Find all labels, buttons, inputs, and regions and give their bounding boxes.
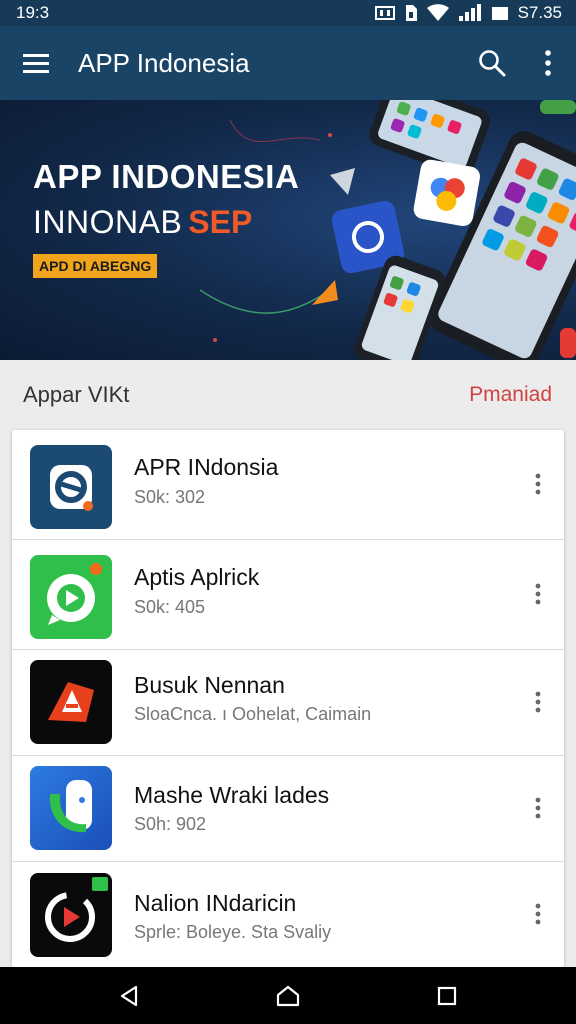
- promo-banner[interactable]: APP INDONESIA INNONAB SEP APD DI ABEGNG: [0, 100, 576, 360]
- system-nav-bar: [0, 967, 576, 1024]
- item-more-button[interactable]: [530, 466, 546, 502]
- wifi-icon: [426, 4, 449, 21]
- app-logo-icon: [49, 780, 92, 833]
- list-item[interactable]: APR INdonsia S0k: 302: [12, 430, 564, 540]
- app-logo-icon: [50, 465, 93, 511]
- list-item[interactable]: Nalion INdaricin Sprle: Boleye. Sta Sval…: [12, 862, 564, 967]
- item-more-button[interactable]: [530, 896, 546, 932]
- menu-icon: [23, 54, 49, 73]
- item-more-button[interactable]: [530, 576, 546, 612]
- battery-icon: [491, 7, 508, 20]
- app-name: Aptis Aplrick: [134, 564, 260, 590]
- banner-subtitle-main: INNONAB: [33, 204, 183, 240]
- item-more-button[interactable]: [530, 684, 546, 720]
- app-meta: Sprle: Boleye. Sta Svaliy: [134, 922, 332, 942]
- search-icon: [479, 50, 506, 77]
- app-meta: S0h: 902: [134, 814, 207, 834]
- overflow-menu-button[interactable]: [520, 26, 576, 100]
- more-vert-icon: [545, 50, 551, 76]
- app-icon-apr: [30, 445, 112, 529]
- app-bar: APP Indonesia: [0, 26, 576, 100]
- section-title: Appar VIKt: [23, 382, 130, 407]
- status-icons: S7.35: [374, 3, 562, 23]
- status-right-text: S7.35: [517, 3, 562, 22]
- more-vert-icon: [535, 797, 541, 819]
- app-name: APR INdonsia: [134, 454, 279, 480]
- menu-button[interactable]: [0, 26, 72, 100]
- more-vert-icon: [535, 691, 541, 713]
- app-list: APR INdonsia S0k: 302 Aptis Aplrick S0k:…: [12, 430, 564, 967]
- app-icon-mashe: [30, 766, 112, 850]
- list-item[interactable]: Mashe Wraki lades S0h: 902: [12, 756, 564, 862]
- banner-subtitle-accent: SEP: [188, 204, 253, 240]
- nfc-icon: [374, 6, 395, 20]
- item-more-button[interactable]: [530, 790, 546, 826]
- app-meta: SloaCnca. ı Oohelat, Caimain: [134, 704, 372, 724]
- app-icon-busuk: [30, 660, 112, 744]
- app-name: Mashe Wraki lades: [134, 782, 330, 808]
- search-button[interactable]: [464, 26, 520, 100]
- app-logo-icon: [45, 877, 108, 942]
- page-title: APP Indonesia: [78, 47, 250, 78]
- recents-icon: [437, 986, 456, 1005]
- app-meta: S0k: 302: [134, 487, 206, 507]
- recents-button[interactable]: [417, 967, 477, 1024]
- list-item[interactable]: Busuk Nennan SloaCnca. ı Oohelat, Caimai…: [12, 650, 564, 756]
- more-vert-icon: [535, 473, 541, 495]
- banner-badge: APD DI ABEGNG: [33, 254, 158, 278]
- more-vert-icon: [535, 903, 541, 925]
- back-icon: [121, 985, 138, 1006]
- banner-title: APP INDONESIA: [33, 158, 300, 195]
- list-item[interactable]: Aptis Aplrick S0k: 405: [12, 540, 564, 650]
- status-bar: 19:3 S7.35: [0, 0, 576, 26]
- more-vert-icon: [535, 583, 541, 605]
- status-time: 19:3: [16, 3, 50, 22]
- banner-subtitle: INNONAB SEP: [33, 204, 252, 241]
- app-logo-icon: [47, 563, 102, 625]
- app-name: Busuk Nennan: [134, 672, 285, 698]
- app-icon-nalion: [30, 873, 112, 957]
- back-button[interactable]: [99, 967, 159, 1024]
- app-meta: S0k: 405: [134, 597, 206, 617]
- home-button[interactable]: [258, 967, 318, 1024]
- section-header: Appar VIKt Pmaniad: [0, 360, 576, 430]
- app-logo-icon: [48, 682, 94, 722]
- app-name: Nalion INdaricin: [134, 890, 297, 916]
- signal-icon: [458, 4, 481, 21]
- home-icon: [276, 985, 300, 1006]
- section-action-link[interactable]: Pmaniad: [469, 383, 552, 407]
- app-icon-aptis: [30, 555, 112, 639]
- sim-icon: [405, 5, 417, 21]
